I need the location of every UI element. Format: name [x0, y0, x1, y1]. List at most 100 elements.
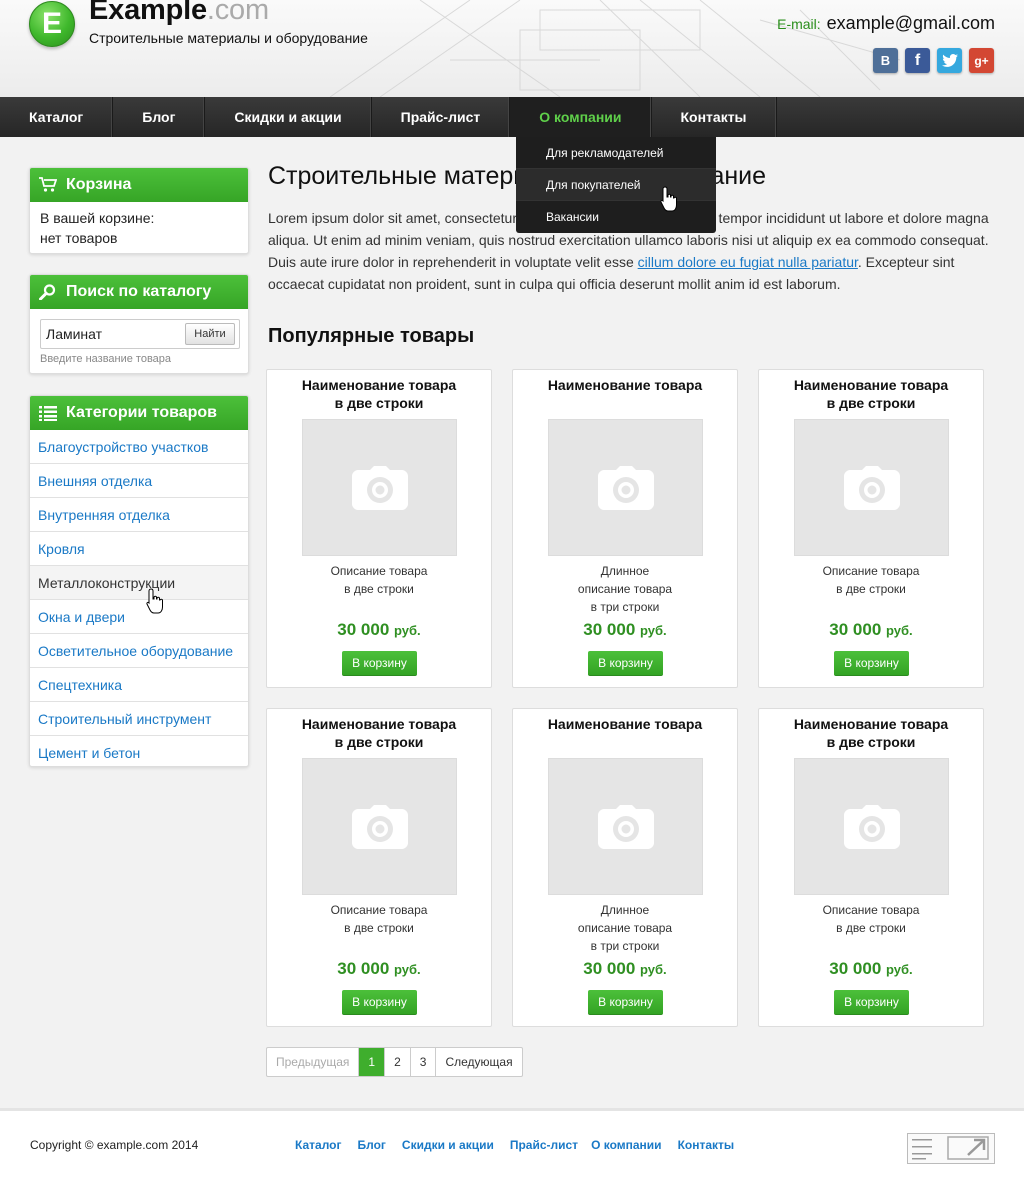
price-currency: руб.	[394, 623, 421, 638]
email-label: E-mail:	[777, 16, 821, 32]
facebook-icon[interactable]: f	[905, 48, 930, 73]
categories-list: Благоустройство участков Внешняя отделка…	[30, 430, 248, 770]
product-card[interactable]: Наименование товара в две строки Описание…	[758, 369, 984, 688]
add-to-cart-button[interactable]: В корзину	[834, 651, 909, 676]
search-title: Поиск по каталогу	[66, 283, 212, 300]
logo-icon[interactable]: E	[29, 1, 75, 47]
footer-link-contacts[interactable]: Контакты	[678, 1138, 735, 1152]
developer-badge-icon[interactable]	[907, 1133, 995, 1164]
about-dropdown-menu: Для рекламодателей Для покупателей Вакан…	[516, 137, 716, 233]
pagination-page[interactable]: 1	[359, 1048, 386, 1076]
product-card[interactable]: Наименование товара в две строки Описание…	[266, 708, 492, 1027]
nav-item-blog[interactable]: Блог	[113, 97, 206, 137]
category-item[interactable]: Спецтехника	[30, 668, 248, 702]
pagination-page[interactable]: 2	[385, 1048, 411, 1076]
product-image[interactable]	[794, 758, 949, 895]
pagination-page[interactable]: 3	[411, 1048, 437, 1076]
category-item[interactable]: Осветительное оборудование	[30, 634, 248, 668]
vk-icon[interactable]: В	[873, 48, 898, 73]
camera-placeholder-icon	[351, 804, 408, 849]
site-name[interactable]: Example.com	[89, 0, 269, 27]
nav-item-discounts[interactable]: Скидки и акции	[205, 97, 372, 137]
product-description: Описание товара в две строки	[822, 564, 920, 596]
search-input[interactable]	[41, 326, 181, 342]
product-description: Описание товара в две строки	[330, 564, 428, 596]
product-card[interactable]: Наименование товара в две строки Описание…	[266, 369, 492, 688]
pagination-next[interactable]: Следующая	[436, 1048, 521, 1076]
product-image[interactable]	[548, 758, 703, 895]
price-value: 30 000	[829, 620, 882, 639]
product-title[interactable]: Наименование товара в две строки	[759, 376, 983, 412]
dropdown-item-buyers[interactable]: Для покупателей	[516, 169, 716, 201]
product-price: 30 000 руб.	[267, 959, 491, 979]
product-title[interactable]: Наименование товара	[513, 376, 737, 394]
pagination-prev[interactable]: Предыдущая	[267, 1048, 360, 1076]
product-title[interactable]: Наименование товара	[513, 715, 737, 733]
categories-box-header: Категории товаров	[30, 396, 248, 430]
category-item[interactable]: Внешняя отделка	[30, 464, 248, 498]
category-item[interactable]: Цемент и бетон	[30, 736, 248, 770]
cart-box-header: Корзина	[30, 168, 248, 202]
product-image[interactable]	[794, 419, 949, 556]
nav-item-catalog[interactable]: Каталог	[0, 97, 114, 137]
dropdown-item-advertisers[interactable]: Для рекламодателей	[516, 137, 716, 169]
price-value: 30 000	[337, 620, 390, 639]
product-title[interactable]: Наименование товара в две строки	[267, 376, 491, 412]
product-card[interactable]: Наименование товара Длинное описание това…	[512, 369, 738, 688]
product-image[interactable]	[548, 419, 703, 556]
search-box-header: Поиск по каталогу	[30, 275, 248, 309]
nav-item-contacts[interactable]: Контакты	[652, 97, 777, 137]
price-currency: руб.	[886, 962, 913, 977]
footer-link-catalog[interactable]: Каталог	[295, 1138, 342, 1152]
product-description: Длинное описание товара в три строки	[577, 564, 673, 614]
price-currency: руб.	[886, 623, 913, 638]
product-price: 30 000 руб.	[267, 620, 491, 640]
footer-link-about[interactable]: О компании	[591, 1138, 662, 1152]
product-image[interactable]	[302, 419, 457, 556]
twitter-icon[interactable]	[937, 48, 962, 73]
add-to-cart-button[interactable]: В корзину	[588, 651, 663, 676]
add-to-cart-button[interactable]: В корзину	[834, 990, 909, 1015]
price-currency: руб.	[394, 962, 421, 977]
product-description: Длинное описание товара в три строки	[577, 903, 673, 953]
site-name-main: Example	[89, 0, 207, 26]
category-item[interactable]: Кровля	[30, 532, 248, 566]
dropdown-item-vacancies[interactable]: Вакансии	[516, 201, 716, 233]
product-price: 30 000 руб.	[759, 959, 983, 979]
add-to-cart-button[interactable]: В корзину	[342, 990, 417, 1015]
camera-placeholder-icon	[843, 465, 900, 510]
footer-link-price-list[interactable]: Прайс-лист	[510, 1138, 578, 1152]
site-footer: Copyright © example.com 2014 Каталог Бло…	[0, 1108, 1024, 1182]
category-item[interactable]: Строительный инструмент	[30, 702, 248, 736]
footer-link-blog[interactable]: Блог	[358, 1138, 386, 1152]
camera-placeholder-icon	[597, 465, 654, 510]
add-to-cart-button[interactable]: В корзину	[588, 990, 663, 1015]
cart-body: В вашей корзине: нет товаров	[30, 202, 248, 257]
category-item[interactable]: Внутренняя отделка	[30, 498, 248, 532]
category-item[interactable]: Благоустройство участков	[30, 430, 248, 464]
pointer-cursor-icon	[146, 588, 163, 614]
google-plus-icon[interactable]: g+	[969, 48, 994, 73]
search-button[interactable]: Найти	[185, 323, 235, 345]
product-card[interactable]: Наименование товара в две строки Описание…	[758, 708, 984, 1027]
footer-link-discounts[interactable]: Скидки и акции	[402, 1138, 494, 1152]
pagination: Предыдущая 1 2 3 Следующая	[266, 1047, 523, 1077]
price-value: 30 000	[583, 959, 636, 978]
product-title[interactable]: Наименование товара в две строки	[267, 715, 491, 751]
product-image[interactable]	[302, 758, 457, 895]
email-address[interactable]: example@gmail.com	[827, 13, 995, 34]
camera-placeholder-icon	[597, 804, 654, 849]
product-description: Описание товара в две строки	[330, 903, 428, 935]
category-item[interactable]: Окна и двери	[30, 600, 248, 634]
product-card[interactable]: Наименование товара Длинное описание това…	[512, 708, 738, 1027]
site-name-domain: .com	[206, 0, 269, 26]
nav-item-price-list[interactable]: Прайс-лист	[372, 97, 511, 137]
pointer-cursor-icon	[660, 186, 677, 212]
intro-link[interactable]: cillum dolore eu fugiat nulla pariatur	[638, 254, 858, 270]
site-header: E Example.com Строительные материалы и о…	[0, 0, 1024, 97]
product-title[interactable]: Наименование товара в две строки	[759, 715, 983, 751]
nav-item-about[interactable]: О компании	[510, 97, 652, 137]
copyright: Copyright © example.com 2014	[30, 1138, 199, 1152]
add-to-cart-button[interactable]: В корзину	[342, 651, 417, 676]
category-item[interactable]: Металлоконструкции	[30, 566, 248, 600]
